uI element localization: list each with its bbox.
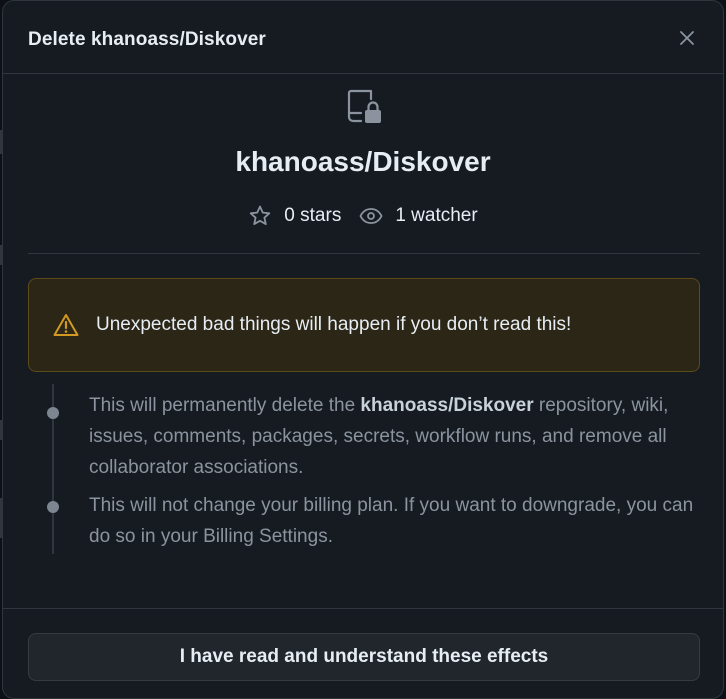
close-button[interactable] [672, 23, 702, 53]
effect-text: This will not change your billing plan. … [89, 490, 699, 552]
repo-stats: 0 stars 1 watcher [3, 203, 723, 229]
effect-text-part: This will not change your billing plan. … [89, 495, 694, 547]
x-icon [680, 31, 694, 45]
dialog-header: Delete khanoass/Diskover [3, 1, 723, 74]
timeline-dot [47, 407, 59, 419]
stars-stat: 0 stars [248, 204, 341, 228]
stars-count: 0 stars [284, 205, 342, 226]
section-divider [28, 253, 700, 254]
watchers-stat: 1 watcher [359, 204, 478, 228]
dialog-title: Delete khanoass/Diskover [28, 29, 266, 50]
confirm-read-effects-button[interactable]: I have read and understand these effects [28, 633, 700, 681]
alert-icon [53, 314, 79, 336]
effects-list: This will permanently delete the khanoas… [43, 384, 703, 554]
delete-repo-dialog: Delete khanoass/Diskover khanoass/Diskov… [2, 0, 724, 699]
warning-banner: Unexpected bad things will happen if you… [28, 278, 700, 372]
effect-text-part: This will permanently delete the [89, 395, 361, 416]
eye-icon [359, 208, 383, 224]
warning-text: Unexpected bad things will happen if you… [96, 314, 572, 335]
repo-name: khanoass/Diskover [235, 146, 491, 177]
watchers-count: 1 watcher [395, 205, 478, 226]
effect-text: This will permanently delete the khanoas… [89, 390, 699, 483]
effect-repo-name: khanoass/Diskover [360, 395, 534, 416]
repo-locked-icon [347, 89, 381, 123]
star-icon [250, 205, 271, 225]
timeline-dot [47, 501, 59, 513]
footer-divider [3, 608, 723, 609]
